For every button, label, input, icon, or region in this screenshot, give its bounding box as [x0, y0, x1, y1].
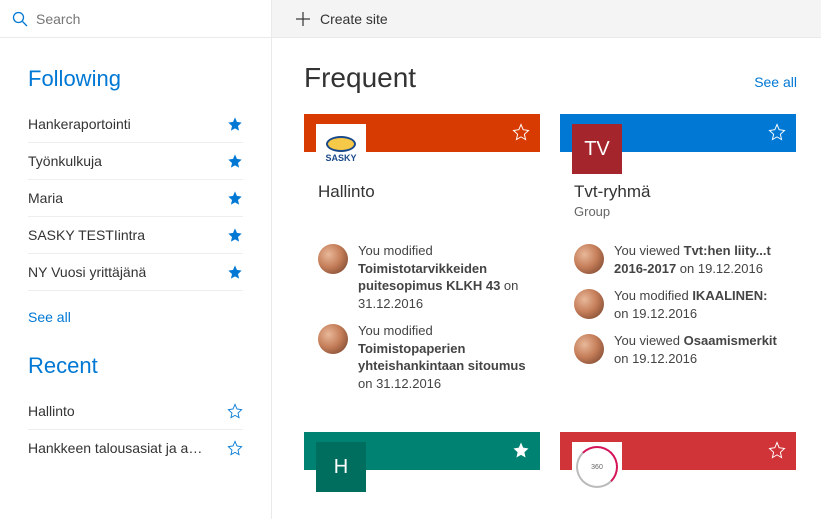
card-title: Hallinto [318, 182, 526, 202]
card-activities: You viewed Tvt:hen liity...t 2016-2017 o… [560, 242, 796, 387]
following-item-label: Maria [28, 190, 63, 206]
following-item-label: Hankeraportointi [28, 116, 131, 132]
following-item-label: Työnkulkuja [28, 153, 102, 169]
activity-text: You modified Toimistopaperien yhteishank… [358, 322, 526, 392]
following-item[interactable]: Hankeraportointi [28, 106, 243, 143]
frequent-see-all[interactable]: See all [754, 74, 797, 90]
avatar [574, 244, 604, 274]
site-logo: H [316, 442, 366, 492]
activity-text: You viewed Osaamismerkit on 19.12.2016 [614, 332, 782, 367]
star-outline-icon[interactable] [768, 123, 786, 141]
create-site-button[interactable]: Create site [296, 11, 388, 27]
card-title: Tvt-ryhmä [574, 182, 782, 202]
activity-text: You viewed Tvt:hen liity...t 2016-2017 o… [614, 242, 782, 277]
site-card[interactable]: TV Tvt-ryhmä Group You viewed Tvt:hen liity… [560, 114, 796, 412]
card-banner: TV [560, 114, 796, 152]
site-card[interactable]: 360 [560, 432, 796, 470]
recent-item[interactable]: Hallinto [28, 393, 243, 430]
activity-text: You modified Toimistotarvikkeiden puites… [358, 242, 526, 312]
create-site-label: Create site [320, 11, 388, 27]
activity-row[interactable]: You viewed Tvt:hen liity...t 2016-2017 o… [574, 242, 782, 277]
star-filled-icon[interactable] [227, 153, 243, 169]
star-outline-icon[interactable] [227, 403, 243, 419]
following-item-label: SASKY TESTIintra [28, 227, 145, 243]
activity-row[interactable]: You modified Toimistotarvikkeiden puites… [318, 242, 526, 312]
avatar [318, 324, 348, 354]
activity-text: You modified IKAALINEN: on 19.12.2016 [614, 287, 782, 322]
site-logo: SASKY [316, 124, 366, 174]
following-item-label: NY Vuosi yrittäjänä [28, 264, 146, 280]
avatar [318, 244, 348, 274]
star-outline-icon[interactable] [227, 440, 243, 456]
site-logo: TV [572, 124, 622, 174]
following-item[interactable]: NY Vuosi yrittäjänä [28, 254, 243, 291]
card-activities: You modified Toimistotarvikkeiden puites… [304, 242, 540, 412]
card-banner: 360 [560, 432, 796, 470]
recent-item-label: Hankkeen talousasiat ja asia... [28, 440, 208, 456]
card-banner: H [304, 432, 540, 470]
recent-heading: Recent [28, 353, 243, 379]
star-filled-icon[interactable] [227, 116, 243, 132]
activity-row[interactable]: You viewed Osaamismerkit on 19.12.2016 [574, 332, 782, 367]
search-icon [12, 11, 28, 27]
star-filled-icon[interactable] [227, 190, 243, 206]
following-see-all[interactable]: See all [28, 309, 71, 325]
avatar [574, 334, 604, 364]
avatar [574, 289, 604, 319]
site-card[interactable]: H [304, 432, 540, 470]
frequent-heading: Frequent [304, 62, 416, 94]
following-item[interactable]: Maria [28, 180, 243, 217]
star-filled-icon[interactable] [512, 441, 530, 459]
site-card[interactable]: SASKY Hallinto You modified Toimistotarvik… [304, 114, 540, 412]
recent-item[interactable]: Hankkeen talousasiat ja asia... [28, 430, 243, 466]
following-item[interactable]: Työnkulkuja [28, 143, 243, 180]
following-heading: Following [28, 66, 243, 92]
activity-row[interactable]: You modified Toimistopaperien yhteishank… [318, 322, 526, 392]
card-banner: SASKY [304, 114, 540, 152]
search-input[interactable] [36, 11, 259, 27]
main-content: Frequent See all SASKY Hallinto You modifi… [272, 38, 821, 519]
plus-icon [296, 12, 310, 26]
sidebar: Following Hankeraportointi Työnkulkuja M… [0, 38, 272, 519]
activity-row[interactable]: You modified IKAALINEN: on 19.12.2016 [574, 287, 782, 322]
recent-item-label: Hallinto [28, 403, 75, 419]
star-outline-icon[interactable] [512, 123, 530, 141]
star-filled-icon[interactable] [227, 227, 243, 243]
star-filled-icon[interactable] [227, 264, 243, 280]
following-item[interactable]: SASKY TESTIintra [28, 217, 243, 254]
site-logo: 360 [572, 442, 622, 492]
card-subtitle: Group [574, 204, 782, 219]
search-box[interactable] [0, 0, 272, 37]
star-outline-icon[interactable] [768, 441, 786, 459]
